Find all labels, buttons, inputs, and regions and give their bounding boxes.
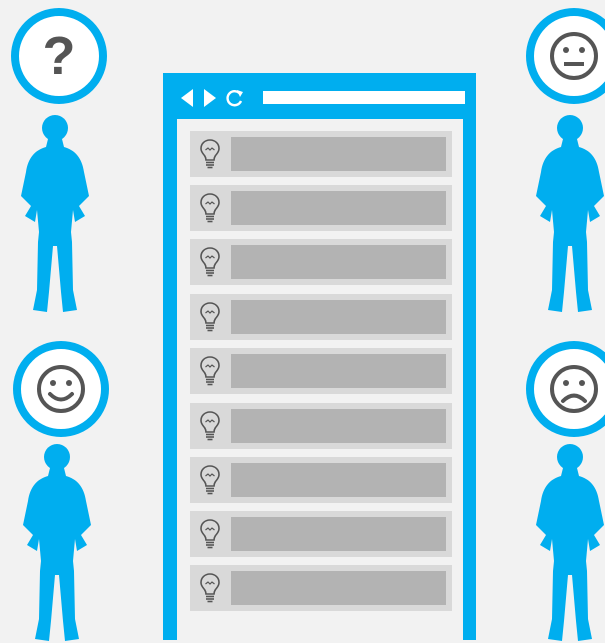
list-item[interactable] [190, 131, 452, 177]
sad-face-icon [550, 365, 598, 413]
lightbulb-icon [198, 354, 222, 388]
list-item-placeholder [231, 191, 446, 225]
sad-bubble [526, 341, 605, 437]
person-confused [12, 114, 98, 314]
lightbulb-icon [198, 300, 222, 334]
smile-face-icon [37, 365, 85, 413]
list-item-placeholder [231, 571, 446, 605]
question-bubble: ? [11, 8, 107, 104]
lightbulb-icon [198, 571, 222, 605]
refresh-icon[interactable] [225, 88, 245, 108]
neutral-bubble [526, 8, 605, 104]
list-item[interactable] [190, 565, 452, 611]
person-neutral [527, 114, 605, 314]
list-item-placeholder [231, 517, 446, 551]
list-item[interactable] [190, 457, 452, 503]
lightbulb-icon [198, 409, 222, 443]
list-item[interactable] [190, 511, 452, 557]
lightbulb-icon [198, 245, 222, 279]
address-bar[interactable] [263, 91, 465, 104]
back-arrow-icon[interactable] [181, 89, 193, 107]
lightbulb-icon [198, 517, 222, 551]
list-item[interactable] [190, 348, 452, 394]
list-item-placeholder [231, 354, 446, 388]
browser-toolbar [163, 73, 476, 117]
person-sad [527, 443, 605, 643]
list-item[interactable] [190, 403, 452, 449]
page-content [177, 119, 463, 640]
list-item-placeholder [231, 137, 446, 171]
list-item-placeholder [231, 409, 446, 443]
list-item-placeholder [231, 463, 446, 497]
list-item-placeholder [231, 245, 446, 279]
lightbulb-icon [198, 137, 222, 171]
list-item[interactable] [190, 185, 452, 231]
lightbulb-icon [198, 463, 222, 497]
list-item[interactable] [190, 239, 452, 285]
list-item[interactable] [190, 294, 452, 340]
happy-bubble [13, 341, 109, 437]
neutral-face-icon [550, 32, 598, 80]
list-item-placeholder [231, 300, 446, 334]
lightbulb-icon [198, 191, 222, 225]
question-mark-icon: ? [42, 26, 76, 86]
forward-arrow-icon[interactable] [204, 89, 216, 107]
person-happy [14, 443, 100, 643]
browser-window [163, 73, 476, 640]
